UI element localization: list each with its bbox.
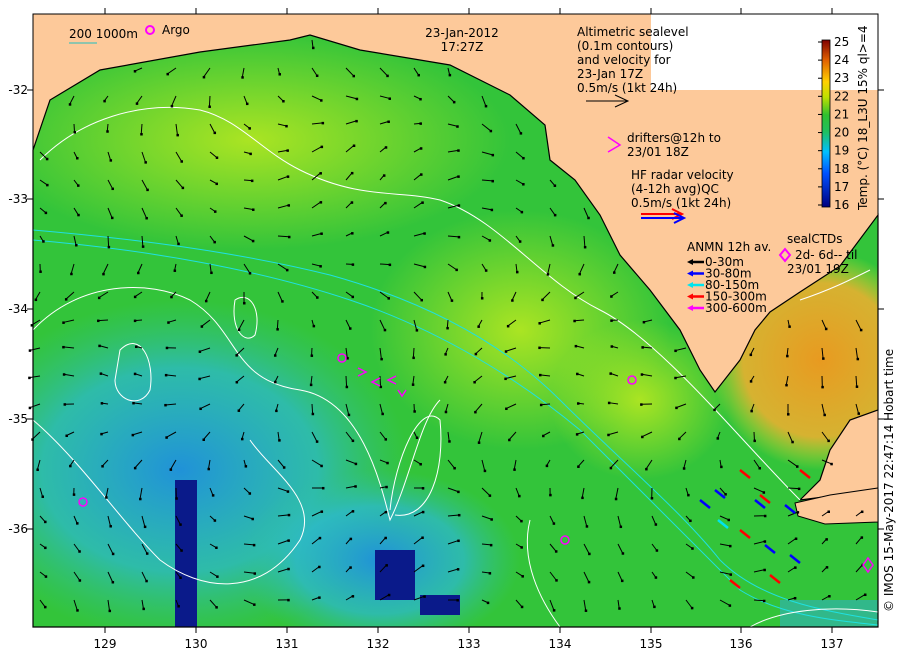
credit-text: © IMOS 15-May-2017 22:47:14 Hobart time	[882, 349, 896, 612]
bathymetry-legend-label: 200 1000m	[69, 27, 138, 41]
x-tick-label: 137	[821, 637, 844, 651]
hf-legend-text: HF radar velocity	[631, 168, 734, 182]
hf-legend-text: 0.5m/s (1kt 24h)	[631, 196, 731, 210]
x-axis: 129 130 131 132 133 134 135 136 137	[94, 637, 844, 651]
colorbar-title: Temp. (°C) 18_L3U 15% ql>=4	[856, 25, 870, 211]
colorbar-tick-label: 18	[834, 162, 849, 176]
colorbar-tick-label: 22	[834, 89, 849, 103]
colorbar	[821, 39, 831, 208]
y-tick-label: -34	[8, 302, 28, 316]
y-axis: -32 -33 -34 -35 -36	[8, 83, 28, 536]
legend-text: 0.5m/s (1kt 24h)	[577, 81, 677, 95]
y-tick-label: -32	[8, 83, 28, 97]
anmn-legend-label: 300-600m	[705, 301, 767, 315]
x-tick-label: 132	[367, 637, 390, 651]
sst-map: 129 130 131 132 133 134 135 136 137 -32 …	[8, 8, 896, 651]
hf-legend-text: (4-12h avg)QC	[631, 182, 719, 196]
map-time: 17:27Z	[441, 40, 484, 54]
legend-text: Altimetric sealevel	[577, 25, 689, 39]
colorbar-tick-label: 19	[834, 144, 849, 158]
y-tick-label: -33	[8, 192, 28, 206]
x-tick-label: 130	[185, 637, 208, 651]
x-tick-label: 134	[549, 637, 572, 651]
colorbar-tick-label: 17	[834, 180, 849, 194]
legend-text: and velocity for	[577, 53, 671, 67]
drifter-legend-text: 23/01 18Z	[627, 145, 689, 159]
y-tick-label: -36	[8, 522, 28, 536]
colorbar-tick-label: 23	[834, 71, 849, 85]
colorbar-tick-label: 25	[834, 35, 849, 49]
anmn-legend-title: ANMN 12h av.	[687, 240, 771, 254]
legend-text: 23-Jan 17Z	[577, 67, 643, 81]
x-tick-label: 135	[640, 637, 663, 651]
x-tick-label: 133	[458, 637, 481, 651]
legend-text: (0.1m contours)	[577, 39, 673, 53]
x-tick-label: 129	[94, 637, 117, 651]
drifter-legend-text: drifters@12h to	[627, 131, 721, 145]
seal-legend-title: sealCTDs	[787, 232, 843, 246]
colorbar-tick-label: 24	[834, 53, 849, 67]
argo-legend-label: Argo	[162, 23, 190, 37]
colorbar-tick-label: 20	[834, 126, 849, 140]
x-tick-label: 136	[730, 637, 753, 651]
map-date: 23-Jan-2012	[425, 26, 499, 40]
x-tick-label: 131	[276, 637, 299, 651]
colorbar-tick-label: 16	[834, 198, 849, 212]
y-tick-label: -35	[8, 412, 28, 426]
colorbar-tick-label: 21	[834, 107, 849, 121]
seal-legend-text: 23/01 19Z	[787, 262, 849, 276]
seal-legend-text: 2d- 6d-- til	[795, 248, 858, 262]
